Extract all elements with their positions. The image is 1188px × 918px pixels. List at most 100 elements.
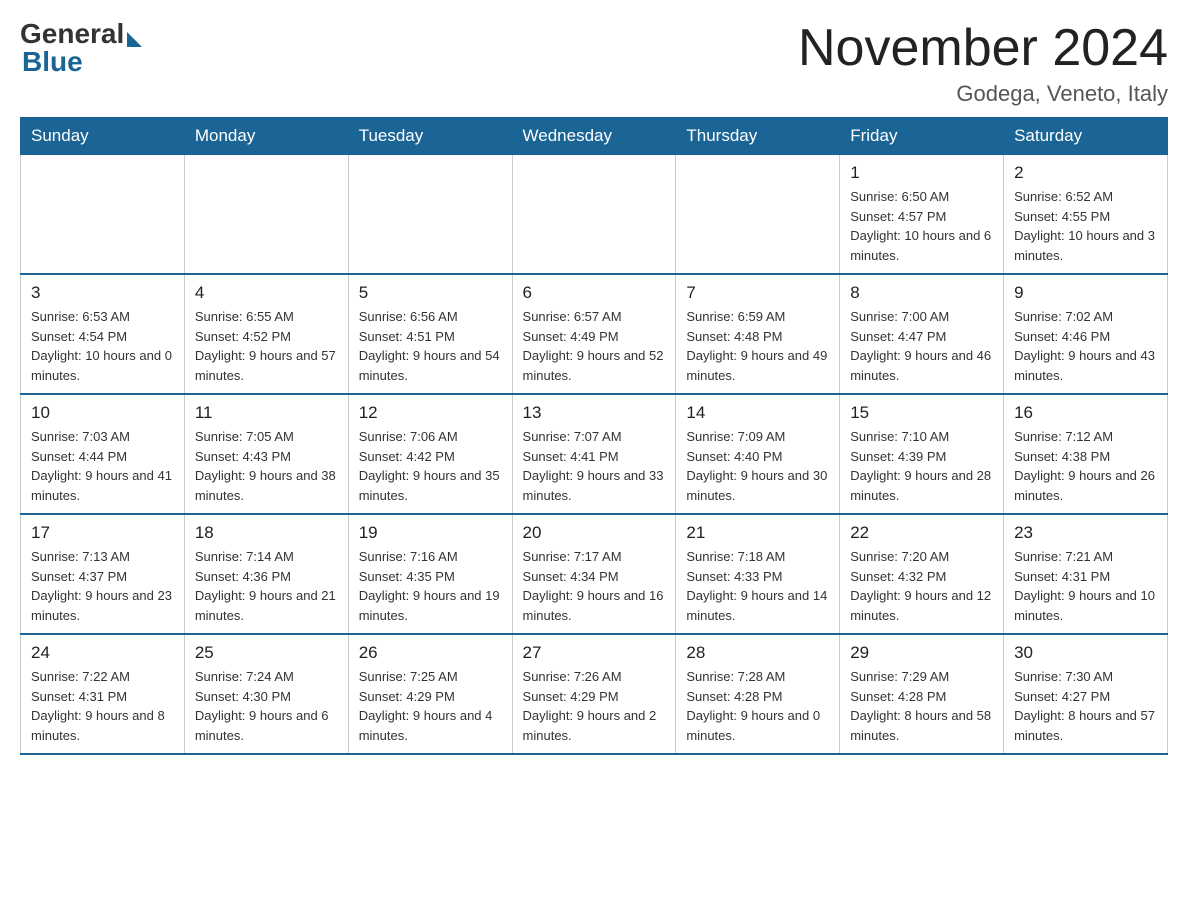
logo-general-text: General [20,20,124,48]
calendar-week-row: 24Sunrise: 7:22 AM Sunset: 4:31 PM Dayli… [21,634,1168,754]
calendar-cell: 4Sunrise: 6:55 AM Sunset: 4:52 PM Daylig… [184,274,348,394]
calendar-cell: 24Sunrise: 7:22 AM Sunset: 4:31 PM Dayli… [21,634,185,754]
day-number: 19 [359,523,502,543]
calendar-cell [21,155,185,275]
day-info: Sunrise: 7:26 AM Sunset: 4:29 PM Dayligh… [523,667,666,745]
day-info: Sunrise: 7:05 AM Sunset: 4:43 PM Dayligh… [195,427,338,505]
calendar-cell: 10 Sunrise: 7:03 AM Sunset: 4:44 PM Dayli… [21,394,185,514]
day-of-week-header: Monday [184,118,348,155]
day-number: 20 [523,523,666,543]
day-info: Sunrise: 6:52 AM Sunset: 4:55 PM Dayligh… [1014,187,1157,265]
calendar-cell: 29 Sunrise: 7:29 AM Sunset: 4:28 PM Dayli… [840,634,1004,754]
calendar-cell: 21 Sunrise: 7:18 AM Sunset: 4:33 PM Dayli… [676,514,840,634]
calendar-body: 1 Sunrise: 6:50 AM Sunset: 4:57 PM Daylig… [21,155,1168,755]
day-info: Sunrise: 7:25 AM Sunset: 4:29 PM Dayligh… [359,667,502,745]
day-of-week-header: Wednesday [512,118,676,155]
day-of-week-header: Tuesday [348,118,512,155]
day-info: Sunrise: 6:56 AM Sunset: 4:51 PM Dayligh… [359,307,502,385]
calendar-cell [676,155,840,275]
page-title: November 2024 [798,20,1168,77]
title-section: November 2024 Godega, Veneto, Italy [798,20,1168,107]
calendar-cell: 20 Sunrise: 7:17 AM Sunset: 4:34 PM Dayli… [512,514,676,634]
day-number: 12 [359,403,502,423]
day-info: Sunrise: 7:17 AM Sunset: 4:34 PM Dayligh… [523,547,666,625]
calendar-cell: 14Sunrise: 7:09 AM Sunset: 4:40 PM Dayli… [676,394,840,514]
calendar-cell [512,155,676,275]
day-info: Sunrise: 7:29 AM Sunset: 4:28 PM Dayligh… [850,667,993,745]
day-number: 2 [1014,163,1157,183]
page-header: General Blue November 2024 Godega, Venet… [20,20,1168,107]
day-info: Sunrise: 7:24 AM Sunset: 4:30 PM Dayligh… [195,667,338,745]
calendar-cell: 7 Sunrise: 6:59 AM Sunset: 4:48 PM Daylig… [676,274,840,394]
day-number: 29 [850,643,993,663]
calendar-cell: 2 Sunrise: 6:52 AM Sunset: 4:55 PM Daylig… [1004,155,1168,275]
day-info: Sunrise: 7:02 AM Sunset: 4:46 PM Dayligh… [1014,307,1157,385]
day-info: Sunrise: 6:50 AM Sunset: 4:57 PM Dayligh… [850,187,993,265]
calendar-cell: 26Sunrise: 7:25 AM Sunset: 4:29 PM Dayli… [348,634,512,754]
day-info: Sunrise: 7:16 AM Sunset: 4:35 PM Dayligh… [359,547,502,625]
calendar-cell [184,155,348,275]
calendar-cell: 25Sunrise: 7:24 AM Sunset: 4:30 PM Dayli… [184,634,348,754]
day-number: 17 [31,523,174,543]
day-info: Sunrise: 6:53 AM Sunset: 4:54 PM Dayligh… [31,307,174,385]
day-number: 7 [686,283,829,303]
calendar-cell: 27 Sunrise: 7:26 AM Sunset: 4:29 PM Dayli… [512,634,676,754]
day-info: Sunrise: 7:10 AM Sunset: 4:39 PM Dayligh… [850,427,993,505]
calendar-cell: 16 Sunrise: 7:12 AM Sunset: 4:38 PM Dayli… [1004,394,1168,514]
calendar-cell: 3 Sunrise: 6:53 AM Sunset: 4:54 PM Daylig… [21,274,185,394]
calendar-cell: 17 Sunrise: 7:13 AM Sunset: 4:37 PM Dayli… [21,514,185,634]
calendar-week-row: 17 Sunrise: 7:13 AM Sunset: 4:37 PM Dayli… [21,514,1168,634]
calendar-cell: 30 Sunrise: 7:30 AM Sunset: 4:27 PM Dayli… [1004,634,1168,754]
calendar-cell: 22Sunrise: 7:20 AM Sunset: 4:32 PM Dayli… [840,514,1004,634]
day-info: Sunrise: 7:12 AM Sunset: 4:38 PM Dayligh… [1014,427,1157,505]
day-info: Sunrise: 7:18 AM Sunset: 4:33 PM Dayligh… [686,547,829,625]
day-number: 3 [31,283,174,303]
day-of-week-header: Thursday [676,118,840,155]
day-number: 11 [195,403,338,423]
location-text: Godega, Veneto, Italy [798,81,1168,107]
logo-arrow-icon [127,32,142,47]
day-number: 27 [523,643,666,663]
calendar-cell: 19 Sunrise: 7:16 AM Sunset: 4:35 PM Dayli… [348,514,512,634]
day-number: 15 [850,403,993,423]
calendar-cell [348,155,512,275]
calendar-cell: 13 Sunrise: 7:07 AM Sunset: 4:41 PM Dayli… [512,394,676,514]
calendar-cell: 11 Sunrise: 7:05 AM Sunset: 4:43 PM Dayli… [184,394,348,514]
day-number: 13 [523,403,666,423]
calendar-cell: 15 Sunrise: 7:10 AM Sunset: 4:39 PM Dayli… [840,394,1004,514]
calendar-week-row: 1 Sunrise: 6:50 AM Sunset: 4:57 PM Daylig… [21,155,1168,275]
day-number: 5 [359,283,502,303]
calendar-cell: 1 Sunrise: 6:50 AM Sunset: 4:57 PM Daylig… [840,155,1004,275]
calendar-cell: 12 Sunrise: 7:06 AM Sunset: 4:42 PM Dayli… [348,394,512,514]
day-info: Sunrise: 7:09 AM Sunset: 4:40 PM Dayligh… [686,427,829,505]
day-number: 23 [1014,523,1157,543]
day-info: Sunrise: 7:06 AM Sunset: 4:42 PM Dayligh… [359,427,502,505]
day-info: Sunrise: 6:55 AM Sunset: 4:52 PM Dayligh… [195,307,338,385]
logo-blue-text: Blue [22,46,83,78]
days-of-week-row: SundayMondayTuesdayWednesdayThursdayFrid… [21,118,1168,155]
day-number: 16 [1014,403,1157,423]
day-info: Sunrise: 7:07 AM Sunset: 4:41 PM Dayligh… [523,427,666,505]
day-of-week-header: Sunday [21,118,185,155]
calendar-week-row: 10 Sunrise: 7:03 AM Sunset: 4:44 PM Dayli… [21,394,1168,514]
day-number: 18 [195,523,338,543]
day-info: Sunrise: 7:03 AM Sunset: 4:44 PM Dayligh… [31,427,174,505]
day-info: Sunrise: 7:30 AM Sunset: 4:27 PM Dayligh… [1014,667,1157,745]
day-info: Sunrise: 6:59 AM Sunset: 4:48 PM Dayligh… [686,307,829,385]
day-number: 1 [850,163,993,183]
day-number: 21 [686,523,829,543]
calendar-cell: 8 Sunrise: 7:00 AM Sunset: 4:47 PM Daylig… [840,274,1004,394]
day-number: 22 [850,523,993,543]
day-number: 8 [850,283,993,303]
day-of-week-header: Friday [840,118,1004,155]
day-number: 9 [1014,283,1157,303]
calendar-header: SundayMondayTuesdayWednesdayThursdayFrid… [21,118,1168,155]
day-number: 10 [31,403,174,423]
calendar-cell: 6Sunrise: 6:57 AM Sunset: 4:49 PM Daylig… [512,274,676,394]
day-info: Sunrise: 7:22 AM Sunset: 4:31 PM Dayligh… [31,667,174,745]
day-info: Sunrise: 7:13 AM Sunset: 4:37 PM Dayligh… [31,547,174,625]
calendar-cell: 18 Sunrise: 7:14 AM Sunset: 4:36 PM Dayli… [184,514,348,634]
day-number: 30 [1014,643,1157,663]
day-info: Sunrise: 7:00 AM Sunset: 4:47 PM Dayligh… [850,307,993,385]
day-info: Sunrise: 7:14 AM Sunset: 4:36 PM Dayligh… [195,547,338,625]
